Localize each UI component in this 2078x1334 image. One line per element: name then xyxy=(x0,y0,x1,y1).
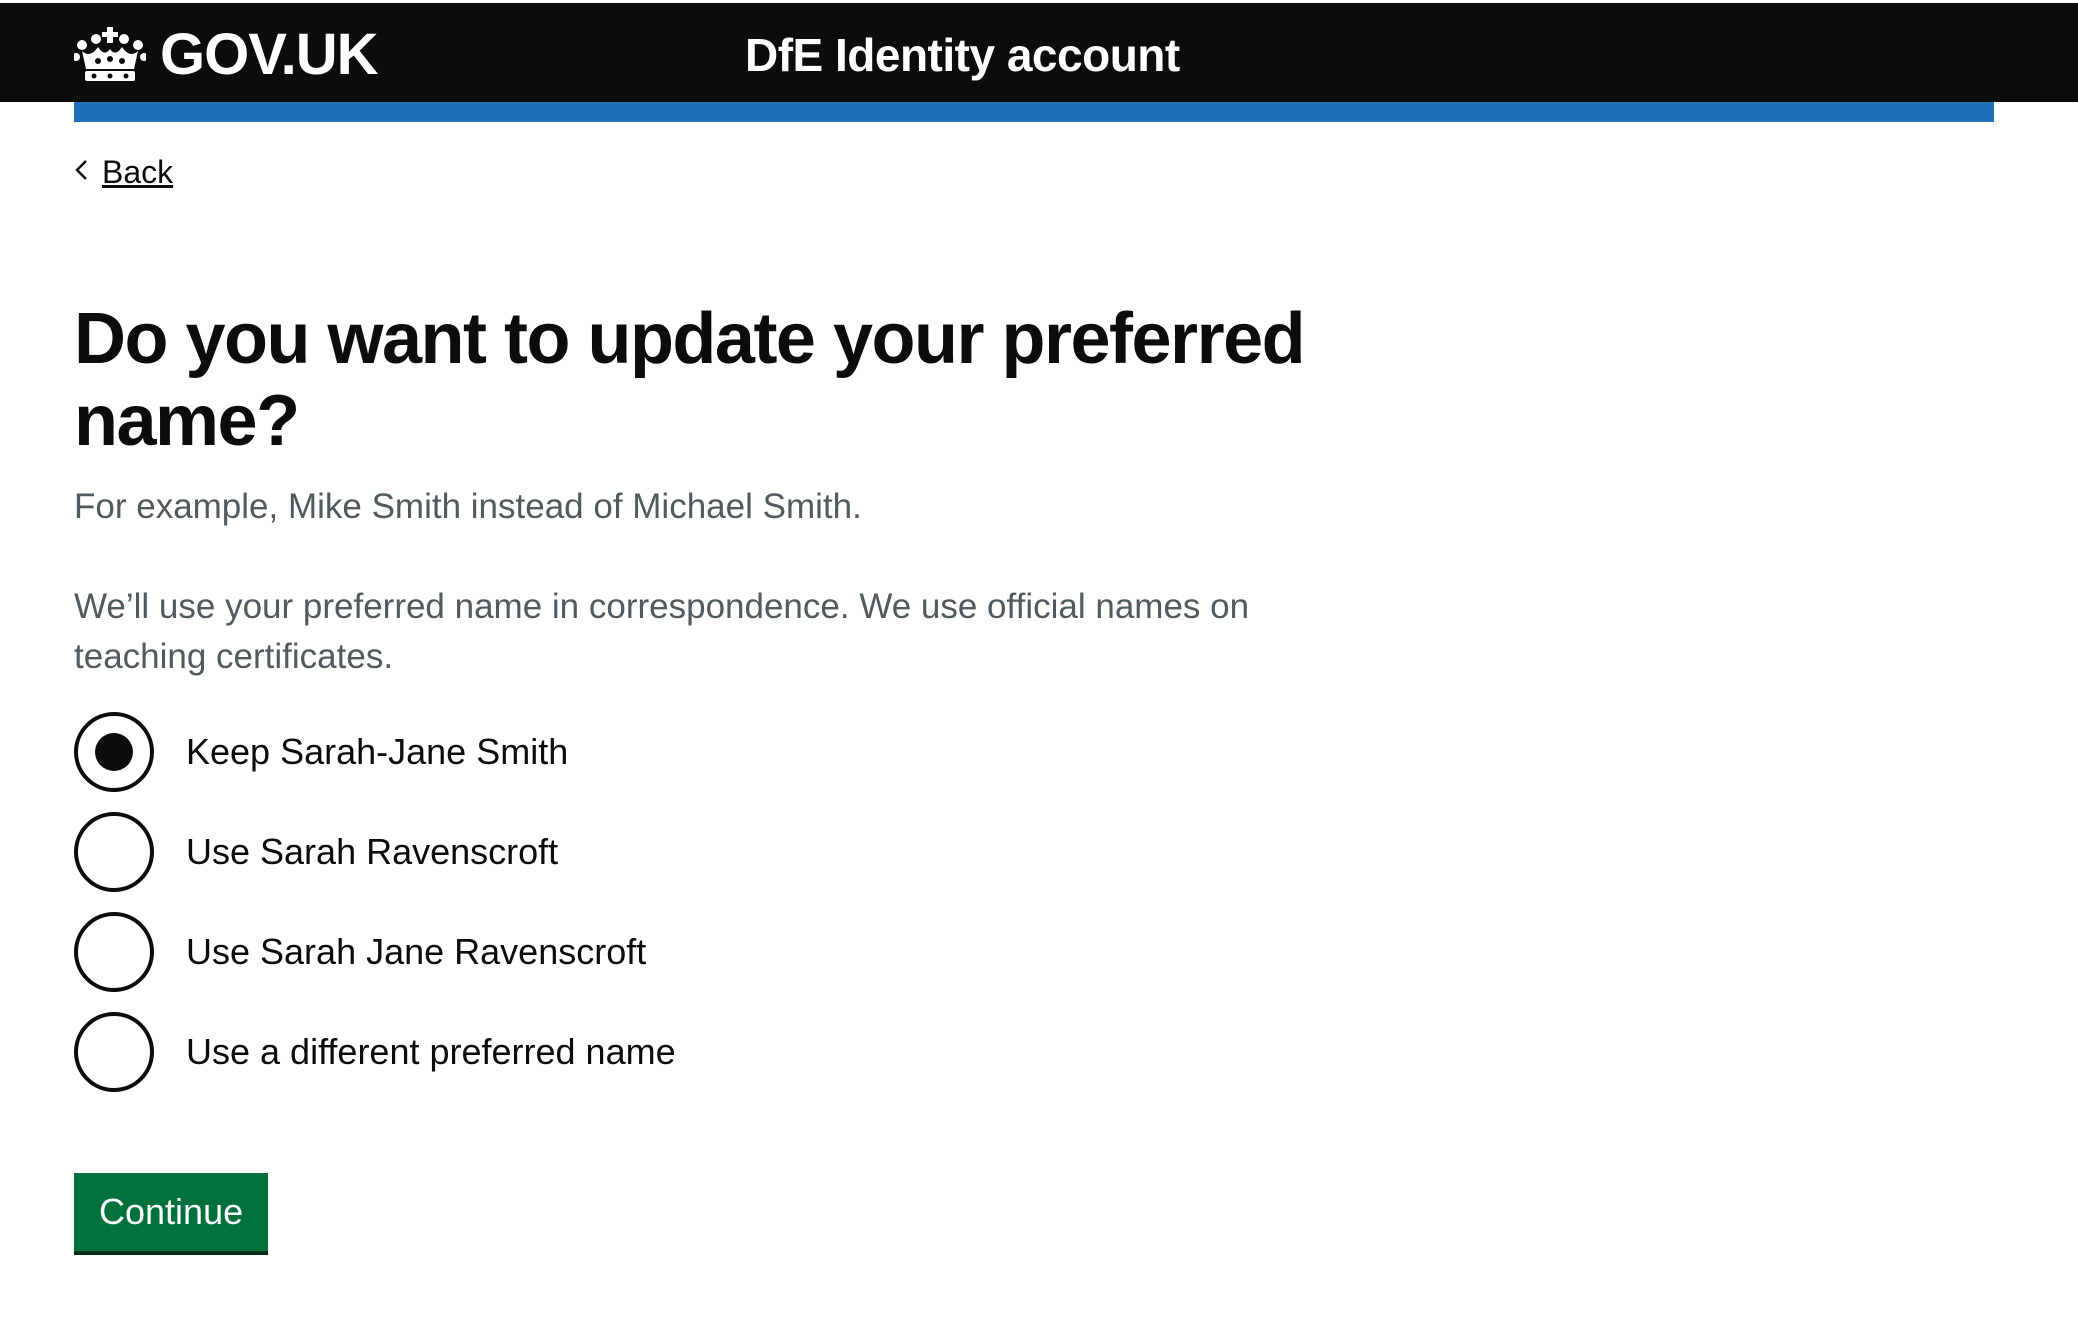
site-header: GOV.UK DfE Identity account xyxy=(0,0,2078,102)
radio-label[interactable]: Use a different preferred name xyxy=(186,1030,676,1074)
continue-button[interactable]: Continue xyxy=(74,1173,269,1251)
radio-label[interactable]: Keep Sarah-Jane Smith xyxy=(186,730,568,774)
radio-label[interactable]: Use Sarah Ravenscroft xyxy=(186,830,558,874)
radio-button[interactable] xyxy=(74,912,154,992)
radio-label[interactable]: Use Sarah Jane Ravenscroft xyxy=(186,930,646,974)
radio-option-different-name[interactable]: Use a different preferred name xyxy=(74,1012,676,1092)
radio-option-use-sarah-ravenscroft[interactable]: Use Sarah Ravenscroft xyxy=(74,812,558,892)
radio-button[interactable] xyxy=(74,812,154,892)
back-link[interactable]: Back xyxy=(74,152,173,192)
radio-option-use-sarah-jane-ravenscroft[interactable]: Use Sarah Jane Ravenscroft xyxy=(74,912,646,992)
radio-button[interactable] xyxy=(74,1012,154,1092)
radio-button-selected[interactable] xyxy=(74,712,154,792)
crown-icon xyxy=(74,27,146,81)
hint-usage: We’ll use your preferred name in corresp… xyxy=(74,587,1250,676)
service-name-link[interactable]: DfE Identity account xyxy=(745,25,1180,85)
radio-selected-dot xyxy=(95,733,133,771)
govuk-logo-link[interactable]: GOV.UK xyxy=(74,22,378,87)
radio-option-keep-current[interactable]: Keep Sarah-Jane Smith xyxy=(74,712,568,792)
govuk-logo-text: GOV.UK xyxy=(160,22,378,87)
header-accent-bar xyxy=(74,102,1994,122)
hint-example: For example, Mike Smith instead of Micha… xyxy=(74,487,862,526)
page-title: Do you want to update your preferred nam… xyxy=(74,299,1306,461)
back-link-label: Back xyxy=(102,154,174,190)
chevron-left-icon xyxy=(75,160,87,180)
